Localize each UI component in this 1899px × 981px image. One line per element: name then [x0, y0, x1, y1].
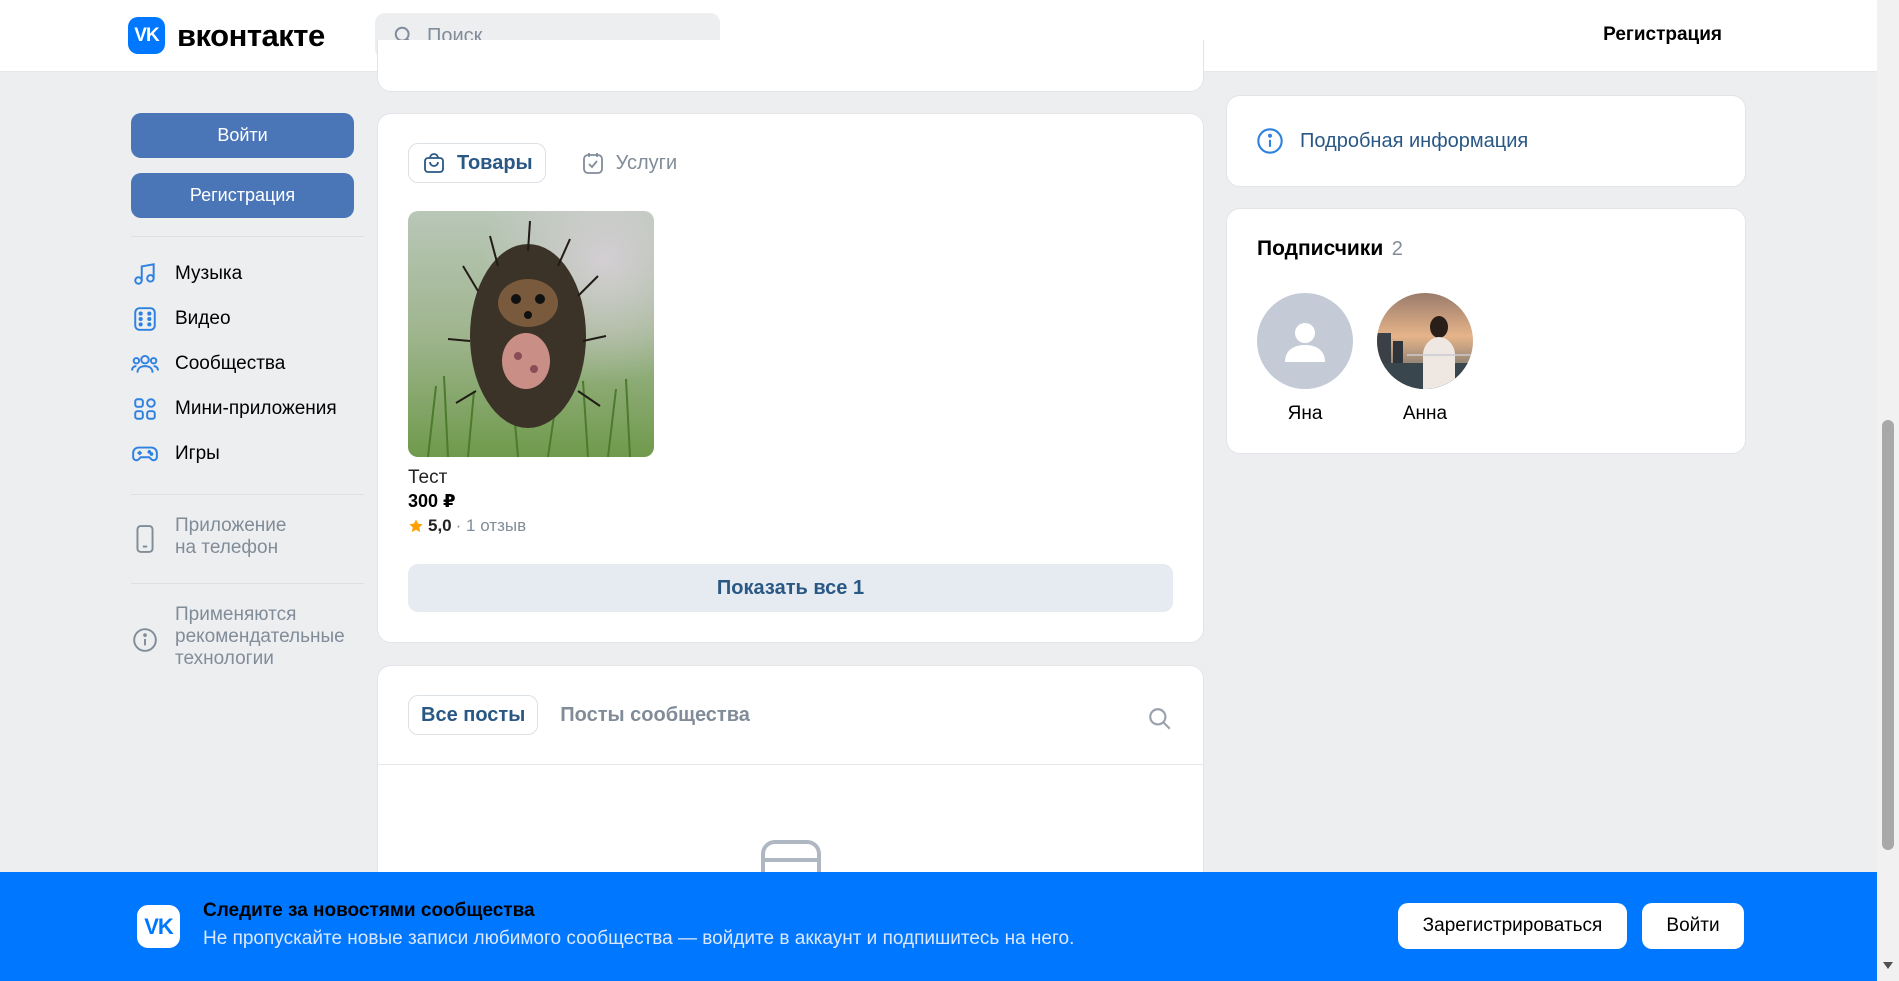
review-count[interactable]: · 1 отзыв: [456, 516, 526, 536]
search-icon[interactable]: [1147, 706, 1173, 732]
sidebar-item-video[interactable]: Видео: [131, 296, 364, 341]
rating-value: 5,0: [428, 516, 452, 535]
tab-label: Товары: [457, 151, 533, 174]
sidebar-divider: [131, 494, 364, 495]
vk-logo-icon: VK: [137, 905, 180, 948]
subscriber-name: Анна: [1402, 403, 1448, 424]
tab-label: Посты сообщества: [560, 703, 750, 726]
sidebar-divider: [131, 583, 364, 584]
subscribers-card: Подписчики 2 Яна Анна: [1226, 208, 1746, 454]
banner-register-button[interactable]: Зарегистрироваться: [1398, 903, 1627, 949]
register-button[interactable]: Регистрация: [131, 173, 354, 218]
header-register-link[interactable]: Регистрация: [1603, 24, 1722, 46]
calendar-check-icon: [580, 150, 606, 176]
default-avatar-icon: [1285, 323, 1325, 362]
phone-app-line2: на телефон: [175, 537, 279, 558]
sidebar-item-label: Сообщества: [175, 352, 286, 374]
avatar: [1257, 293, 1353, 389]
scroll-down-arrow-icon[interactable]: [1883, 962, 1893, 970]
communities-icon: [131, 350, 159, 378]
product-price: 300 ₽: [408, 491, 456, 511]
scrollbar-thumb[interactable]: [1882, 420, 1894, 850]
vk-logo[interactable]: VK вконтакте: [128, 17, 325, 54]
sidebar-item-mini-apps[interactable]: Мини-приложения: [131, 386, 364, 431]
details-link[interactable]: Подробная информация: [1256, 127, 1528, 155]
star-icon: [409, 519, 423, 533]
recommend-line2: рекомендательные: [175, 626, 345, 647]
games-icon: [131, 440, 159, 468]
sidebar-item-label: Мини-приложения: [175, 397, 337, 419]
sidebar-item-label: Видео: [175, 307, 231, 329]
subscriber-name: Яна: [1287, 403, 1323, 424]
tab-all-posts[interactable]: Все посты: [408, 695, 539, 735]
recommend-tech-link[interactable]: Применяются рекомендательные технологии: [131, 598, 364, 676]
subscribers-header[interactable]: Подписчики 2: [1257, 237, 1403, 261]
info-icon: [1257, 128, 1283, 154]
product-card[interactable]: Тест 300 ₽ 5,0 · 1 отзыв: [408, 211, 654, 536]
product-rating: 5,0 · 1 отзыв: [408, 516, 654, 536]
posts-divider: [378, 764, 1203, 765]
tab-label: Услуги: [615, 151, 678, 174]
sidebar-item-music[interactable]: Музыка: [131, 251, 364, 296]
subscribers-count: 2: [1391, 238, 1403, 260]
vk-logo-icon: VK: [128, 17, 165, 54]
shopping-bag-icon: [421, 150, 447, 176]
subscribers-title: Подписчики: [1257, 237, 1384, 260]
login-button[interactable]: Войти: [131, 113, 354, 158]
page-scrollbar[interactable]: [1877, 0, 1899, 981]
details-link-label: Подробная информация: [1300, 129, 1529, 152]
left-sidebar: Войти Регистрация Музыка Видео Сообществ…: [131, 113, 364, 676]
previous-card-fragment: [377, 40, 1204, 92]
sidebar-item-games[interactable]: Игры: [131, 431, 364, 476]
tab-services[interactable]: Услуги: [568, 143, 690, 183]
sidebar-divider: [131, 236, 364, 237]
product-name[interactable]: Тест: [408, 467, 654, 489]
recommend-line3: технологии: [175, 648, 274, 669]
tab-label: Все посты: [421, 703, 526, 726]
info-icon: [131, 626, 159, 654]
video-icon: [131, 305, 159, 333]
phone-app-line1: Приложение: [175, 515, 287, 536]
sidebar-item-label: Музыка: [175, 262, 243, 284]
tab-goods[interactable]: Товары: [408, 143, 546, 183]
subscribers-list: Яна Анна: [1257, 293, 1473, 425]
tab-community-posts[interactable]: Посты сообщества: [548, 695, 762, 735]
avatar: [1377, 293, 1473, 389]
phone-icon: [131, 525, 159, 553]
sidebar-item-communities[interactable]: Сообщества: [131, 341, 364, 386]
mini-apps-icon: [131, 395, 159, 423]
vk-logo-text: вконтакте: [177, 17, 325, 53]
sidebar-item-label: Игры: [175, 442, 220, 464]
product-image[interactable]: [408, 211, 654, 457]
music-icon: [131, 260, 159, 288]
market-card: Товары Услуги Тест 300 ₽ 5,0 · 1 отзыв П…: [377, 113, 1204, 643]
phone-app-link[interactable]: Приложение на телефон: [131, 509, 364, 565]
subscriber-item[interactable]: Анна: [1377, 293, 1473, 425]
posts-tabs: Все посты Посты сообщества: [408, 695, 762, 735]
banner-title: Следите за новостями сообщества: [203, 900, 535, 921]
banner-login-button[interactable]: Войти: [1642, 903, 1744, 949]
info-card: Подробная информация: [1226, 95, 1746, 187]
banner-subtitle: Не пропускайте новые записи любимого соо…: [203, 928, 1075, 949]
subscriber-item[interactable]: Яна: [1257, 293, 1353, 425]
market-tabs: Товары Услуги: [408, 143, 689, 183]
recommend-line1: Применяются: [175, 604, 297, 625]
show-all-button[interactable]: Показать все 1: [408, 564, 1173, 612]
